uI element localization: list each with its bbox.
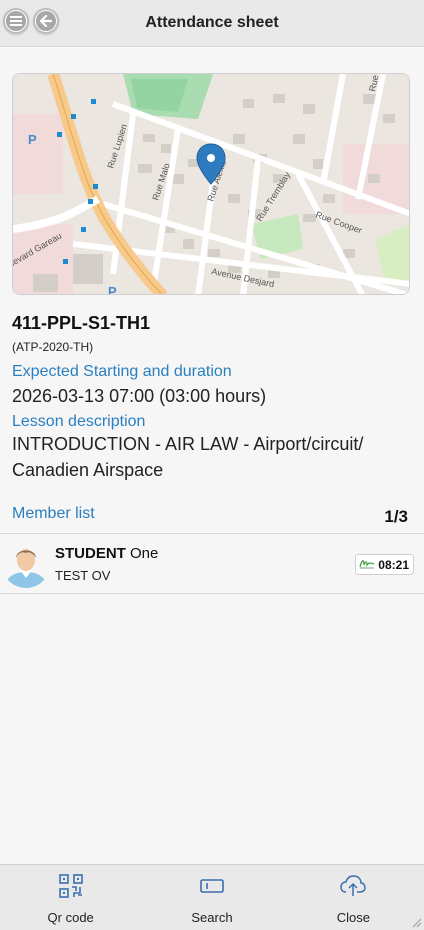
header-bar: Attendance sheet <box>0 0 424 47</box>
avatar <box>2 540 50 588</box>
close-label: Close <box>336 910 370 925</box>
resize-grip-icon[interactable] <box>410 916 422 928</box>
start-duration-value: 2026-03-13 07:00 (03:00 hours) <box>12 386 267 406</box>
search-button[interactable]: Search <box>141 865 282 930</box>
member-count: 1/3 <box>384 507 408 526</box>
member-list-label: Member list <box>12 505 95 522</box>
lesson-code: (ATP-2020-TH) <box>12 340 94 354</box>
lesson-description-label: Lesson description <box>12 413 146 430</box>
footer-toolbar: Qr code Search Close <box>0 864 424 930</box>
cloud-upload-icon <box>339 873 367 899</box>
start-duration-label: Expected Starting and duration <box>12 363 232 380</box>
svg-text:P: P <box>108 284 117 295</box>
qr-code-icon <box>57 873 85 899</box>
search-label: Search <box>191 910 233 925</box>
svg-text:P: P <box>28 132 37 147</box>
lesson-title: 411-PPL-S1-TH1 <box>12 313 151 333</box>
qr-code-label: Qr code <box>47 910 94 925</box>
signature-icon <box>359 557 375 572</box>
signature-time: 08:21 <box>378 557 409 572</box>
list-item[interactable]: STUDENT One TEST OV 08:21 <box>0 533 424 594</box>
close-button[interactable]: Close <box>283 865 424 930</box>
signature-time-badge[interactable]: 08:21 <box>355 554 414 575</box>
location-map[interactable]: P P Rue Lupien Rue Malo Rue Alexis Rue T… <box>12 73 410 295</box>
page-title: Attendance sheet <box>145 14 279 31</box>
lesson-description-value: INTRODUCTION - AIR LAW - Airport/circuit… <box>12 434 364 480</box>
member-name: STUDENT One <box>55 545 159 562</box>
qr-code-button[interactable]: Qr code <box>0 865 141 930</box>
search-card-icon <box>198 873 226 899</box>
member-subtitle: TEST OV <box>55 568 111 583</box>
